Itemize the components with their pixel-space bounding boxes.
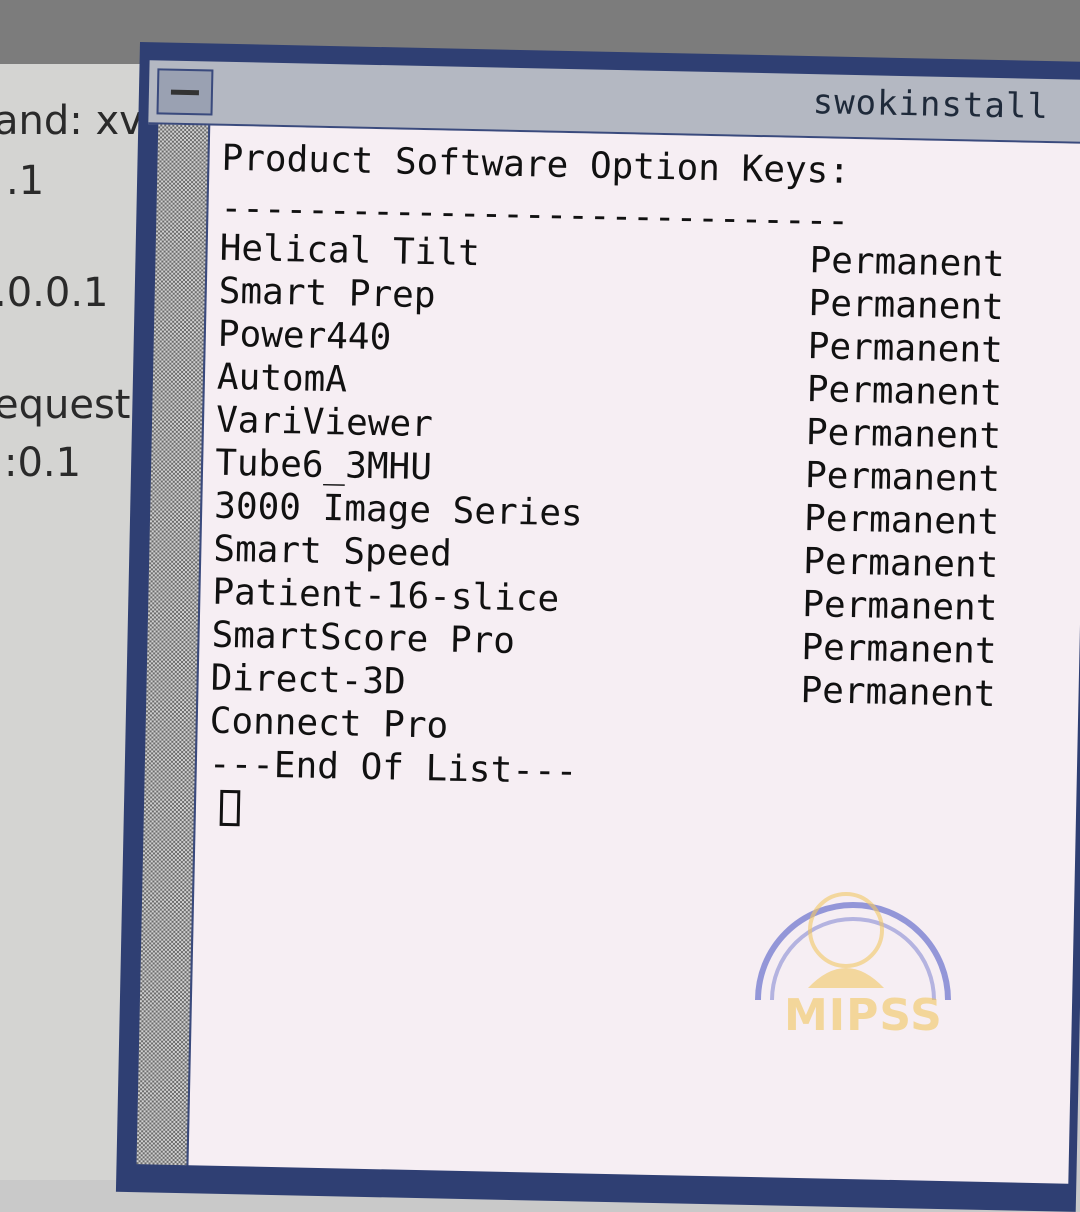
window-title: swokinstall <box>812 82 1050 128</box>
option-status: Permanent <box>802 541 999 587</box>
option-name: Direct-3D <box>210 657 407 703</box>
option-list: Helical Tilt Permanent Smart Prep Perman… <box>209 227 1005 760</box>
background-line: and: xv <box>0 98 143 144</box>
background-line: .1 <box>6 158 45 204</box>
end-of-list: ---End Of List--- <box>208 743 578 793</box>
option-status: Permanent <box>806 369 1003 415</box>
option-status: Permanent <box>809 240 1006 286</box>
watermark-text: MIPSS <box>784 990 943 1041</box>
option-name: SmartScore Pro <box>211 614 516 662</box>
option-status: Permanent <box>805 412 1002 458</box>
option-name: AutomA <box>216 356 348 401</box>
text-cursor <box>219 789 241 827</box>
option-status: Permanent <box>803 498 1000 544</box>
option-name: Helical Tilt <box>219 227 481 275</box>
option-status: Permanent <box>801 626 997 673</box>
option-status: Permanent <box>801 583 998 630</box>
option-name: Connect Pro <box>209 700 449 747</box>
option-name: 3000 Image Series <box>213 485 584 535</box>
option-status: Permanent <box>808 283 1005 329</box>
option-name: VariViewer <box>215 399 434 446</box>
option-name: Smart Prep <box>218 270 436 317</box>
option-status: Permanent <box>807 326 1004 372</box>
option-name: Patient-16-slice <box>212 571 560 620</box>
heading: Product Software Option Keys: <box>221 137 851 192</box>
option-status: Permanent <box>800 669 997 716</box>
option-name: Power440 <box>217 313 392 359</box>
window-menu-button[interactable] <box>156 68 214 116</box>
background-line: .0.0.1 <box>0 270 109 316</box>
background-line: :0.1 <box>4 440 82 486</box>
option-status: Permanent <box>804 455 1001 501</box>
option-name: Tube6_3MHU <box>214 442 433 489</box>
option-name: Smart Speed <box>212 528 453 575</box>
